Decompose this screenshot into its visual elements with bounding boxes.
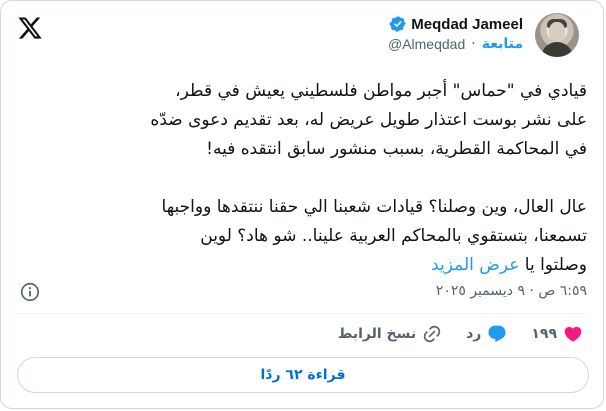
divider <box>17 313 589 314</box>
tweet-line: على نشر بوست اعتذار طويل عريض له، بعد تق… <box>150 110 587 130</box>
show-more-link[interactable]: عرض المزيد <box>431 255 519 275</box>
tweet-line: قيادي في "حماس" أجبر مواطن فلسطيني يعيش … <box>175 81 587 101</box>
author-handle[interactable]: @Almeqdad <box>388 36 465 52</box>
avatar[interactable] <box>535 13 579 57</box>
reply-bubble-icon <box>488 325 506 343</box>
author-info: Meqdad Jameel متابعة · @Almeqdad <box>263 15 523 53</box>
follow-button[interactable]: متابعة <box>482 36 523 52</box>
tweet-line: عال العال، وين وصلنا؟ قيادات شعبنا الي ح… <box>161 197 587 217</box>
tweet-timestamp[interactable]: ٦:٥٩ ص · ٩ ديسمبر ٢٠٢٥ <box>59 283 587 299</box>
copy-link-label: نسخ الرابط <box>337 326 417 342</box>
action-bar: ١٩٩ رد نسخ الرابط <box>338 323 583 345</box>
copy-link-button[interactable]: نسخ الرابط <box>338 324 442 344</box>
tweet-embed-card: Meqdad Jameel متابعة · @Almeqdad قيادي ف… <box>0 0 604 409</box>
tweet-line-last: وصلتوا يا عرض المزيد <box>21 251 587 280</box>
heart-icon <box>564 326 582 342</box>
tweet-line: تسمعنا، بتستقوي بالمحاكم العربية علينا..… <box>200 226 587 246</box>
info-icon[interactable] <box>19 281 41 303</box>
author-name[interactable]: Meqdad Jameel <box>411 16 523 33</box>
x-logo-icon[interactable] <box>17 15 43 41</box>
separator-dot: · <box>471 36 476 52</box>
reply-button[interactable]: رد <box>466 324 507 344</box>
tweet-line: في المحاكمة القطرية، بسبب منشور سابق انت… <box>206 139 587 159</box>
read-replies-button[interactable]: قراءة ٦٢ ردًا <box>17 357 589 393</box>
likes-count: ١٩٩ <box>531 326 557 342</box>
tweet-text: قيادي في "حماس" أجبر مواطن فلسطيني يعيش … <box>21 77 587 280</box>
reply-label: رد <box>466 326 482 342</box>
like-button[interactable]: ١٩٩ <box>531 324 583 344</box>
link-icon <box>423 325 441 343</box>
verified-badge-icon <box>389 16 406 32</box>
tweet-line-text: وصلتوا يا <box>524 255 587 275</box>
